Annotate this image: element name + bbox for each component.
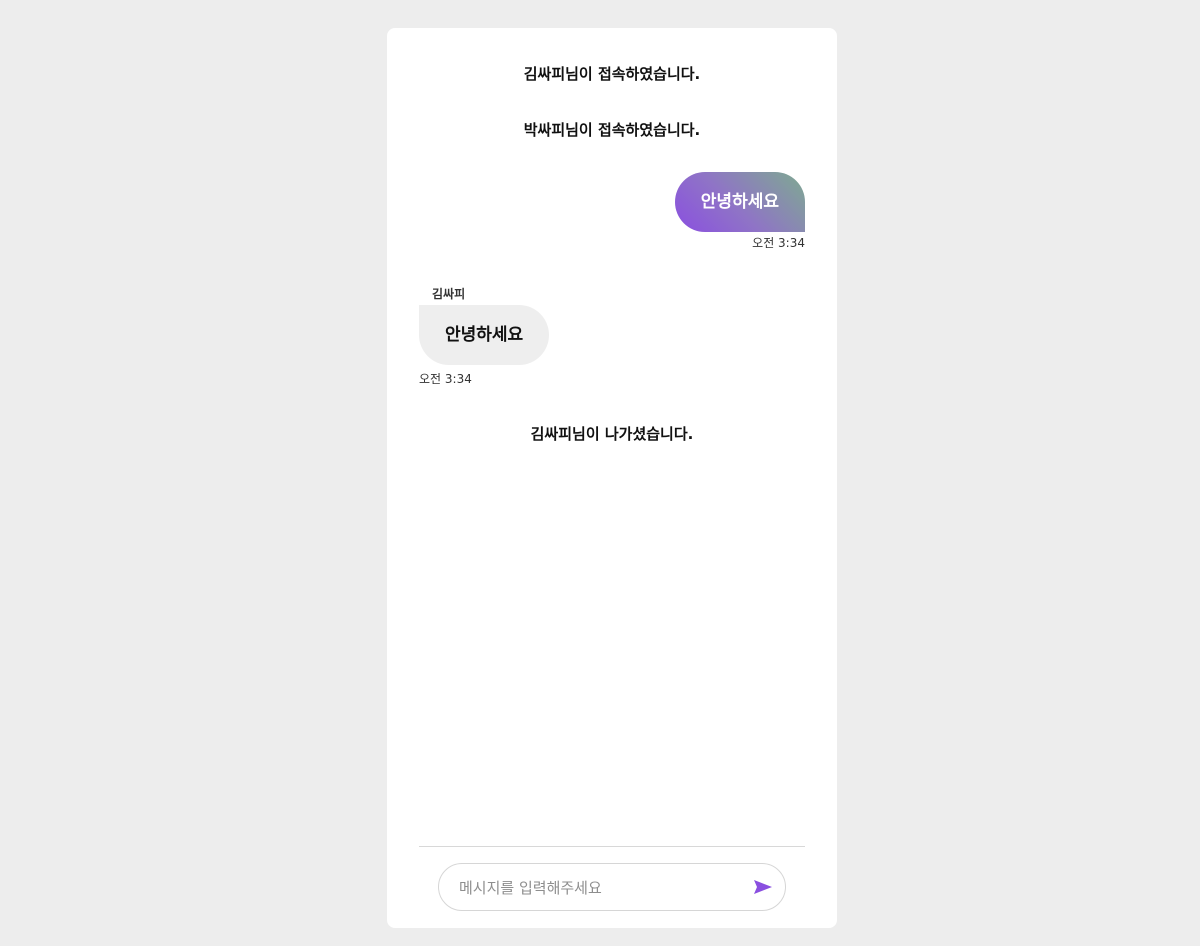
- message-composer: [438, 863, 786, 912]
- send-button[interactable]: [751, 875, 775, 899]
- sender-name: 김싸피: [432, 287, 466, 301]
- system-message-join: 박싸피님이 접속하였습니다.: [523, 121, 701, 139]
- chat-window: 김싸피님이 접속하였습니다. 박싸피님이 접속하였습니다. 안녕하세요 오전 3…: [387, 28, 837, 928]
- my-message-bubble: 안녕하세요: [674, 172, 805, 232]
- message-input[interactable]: [457, 864, 741, 912]
- other-message-bubble: 안녕하세요: [419, 305, 550, 365]
- composer-divider: [419, 846, 805, 847]
- other-message-timestamp: 오전 3:34: [419, 372, 472, 386]
- system-message-join: 김싸피님이 접속하였습니다.: [523, 65, 701, 83]
- system-message-leave: 김싸피님이 나가셨습니다.: [530, 425, 694, 443]
- send-icon: [754, 880, 772, 894]
- my-message-timestamp: 오전 3:34: [752, 236, 805, 250]
